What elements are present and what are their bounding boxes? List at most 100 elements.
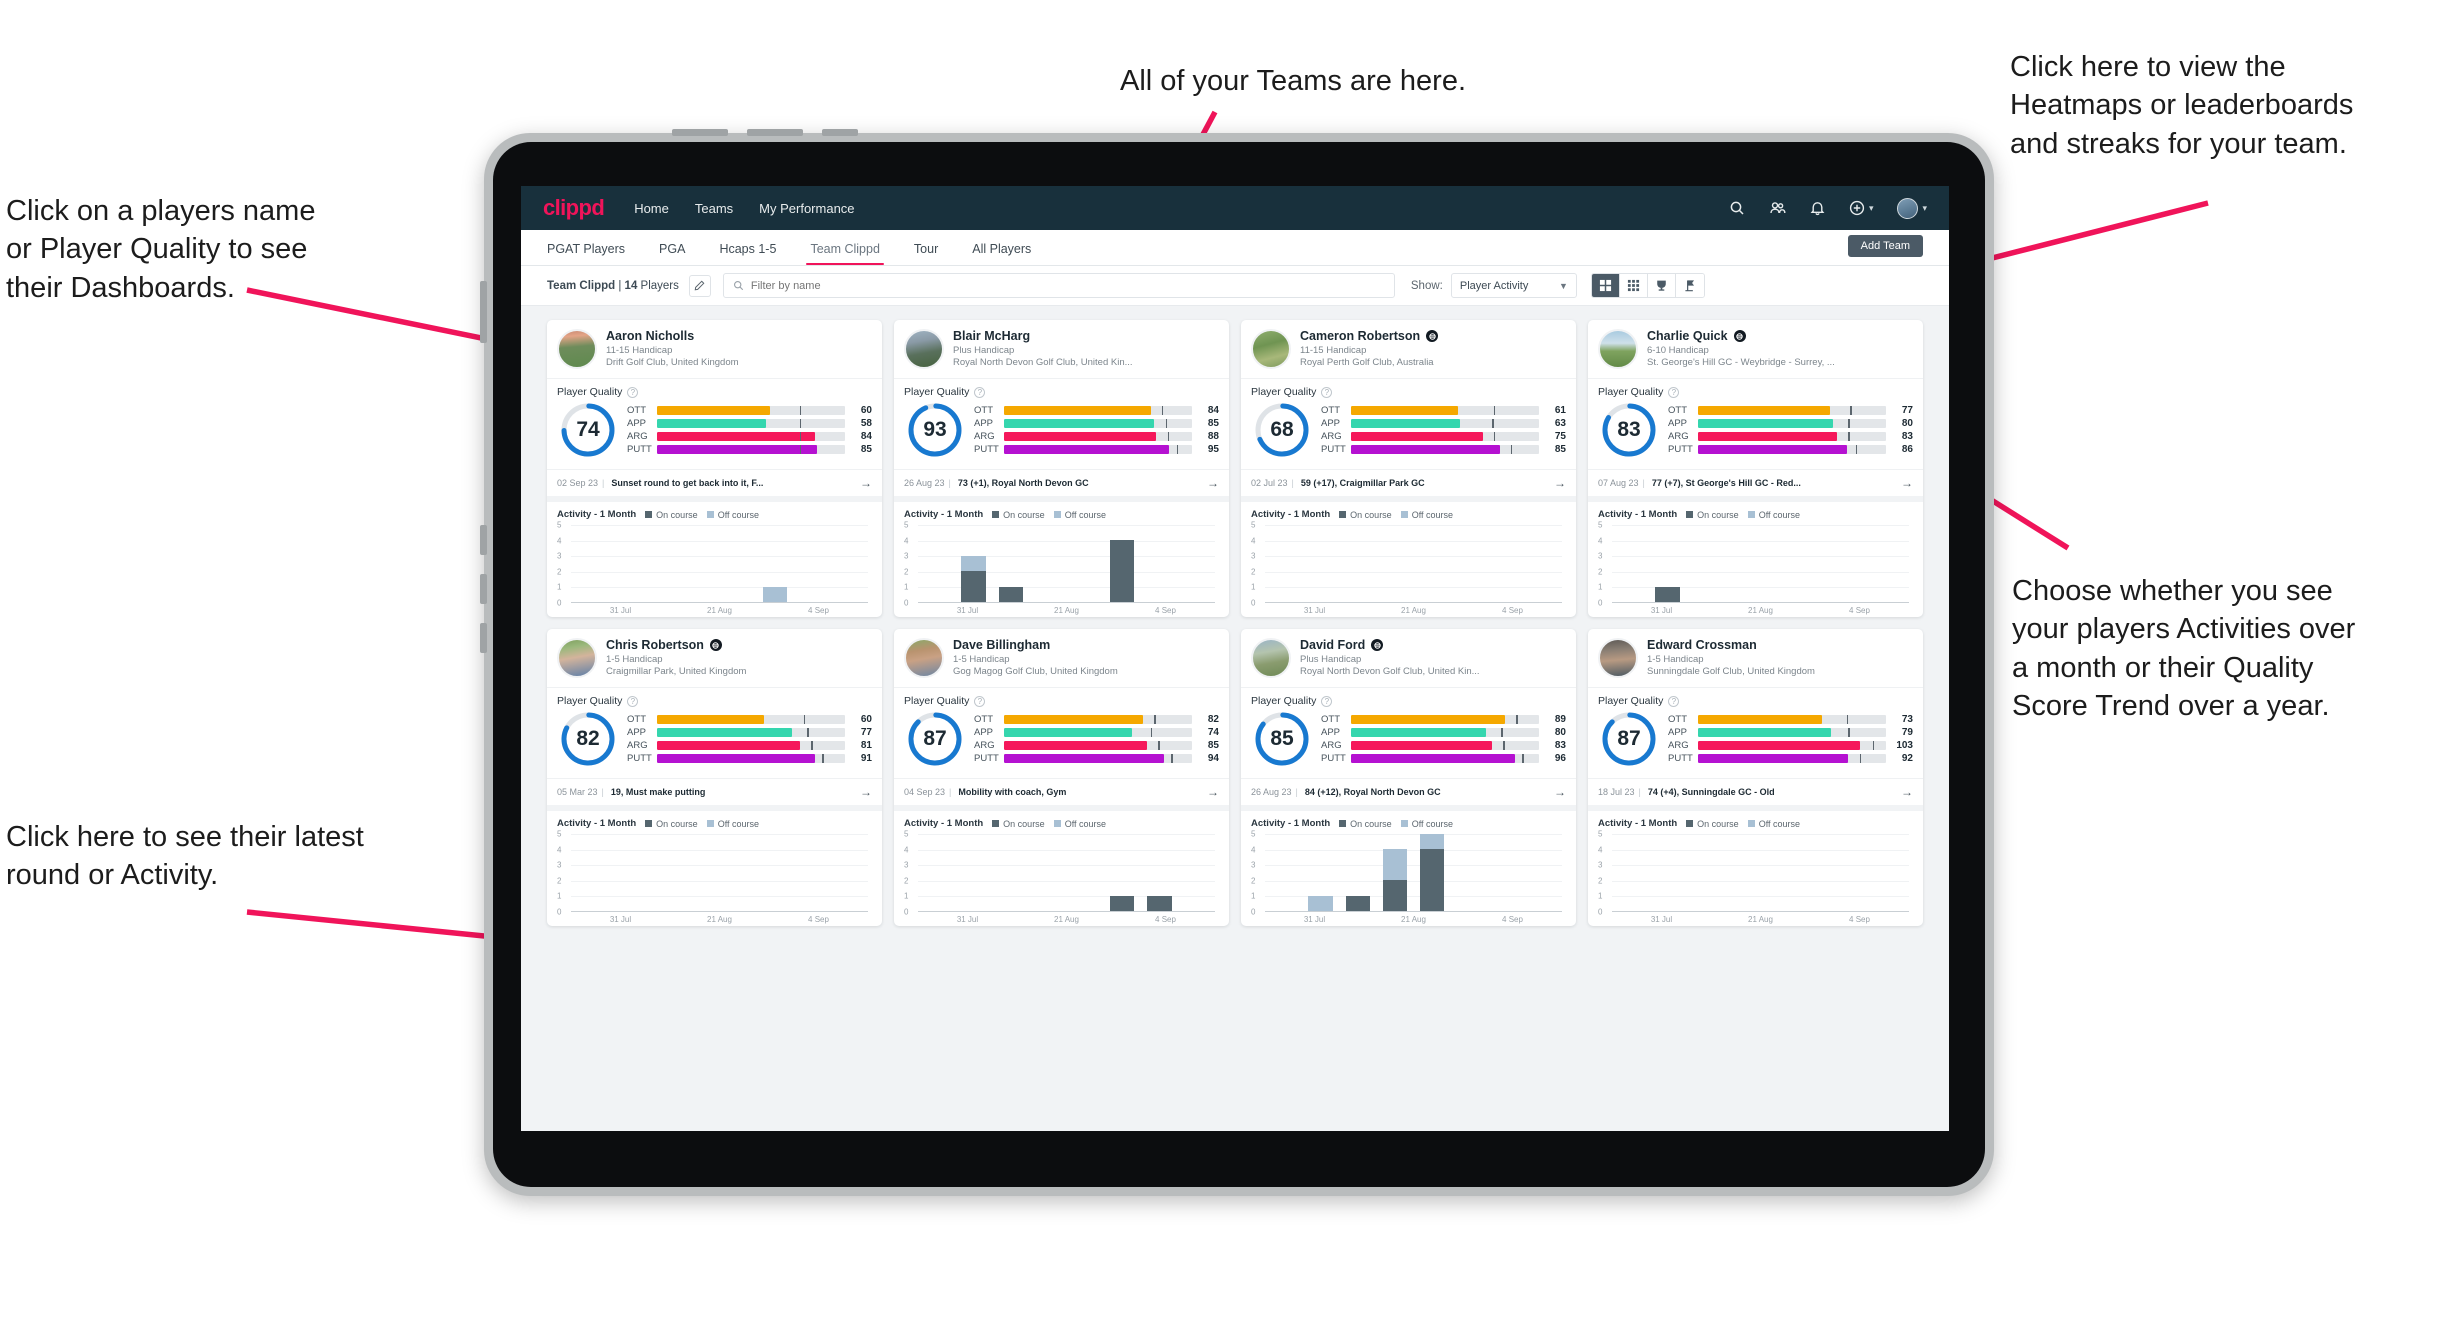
player-quality-section[interactable]: Player Quality? 87 OTT 82 APP 74 ARG 85 PUTT 94 [894, 687, 1229, 778]
latest-round-row[interactable]: 07 Aug 23 | 77 (+7), St George's Hill GC -… [1588, 469, 1923, 496]
nav-link-my-performance[interactable]: My Performance [759, 201, 854, 216]
tab-pgat-players[interactable]: PGAT Players [547, 242, 625, 265]
tab-hcaps-1-5[interactable]: Hcaps 1-5 [719, 242, 776, 265]
legend-off-course-label: Off course [1758, 509, 1801, 520]
chart-bar[interactable] [762, 586, 788, 602]
search-input[interactable] [750, 279, 1385, 292]
people-icon[interactable] [1769, 200, 1786, 216]
player-card[interactable]: Chris Robertson 1-5 Handicap Craigmillar P… [547, 629, 882, 926]
player-card-header[interactable]: Aaron Nicholls 11-15 Handicap Drift Golf C… [547, 320, 882, 378]
latest-round-row[interactable]: 26 Aug 23 | 73 (+1), Royal North Devon GC → [894, 469, 1229, 496]
chart-bar[interactable] [1655, 586, 1680, 602]
arrow-right-icon[interactable]: → [1201, 476, 1219, 490]
player-quality-section[interactable]: Player Quality? 74 OTT 60 APP 58 ARG 84 PUTT 85 [547, 378, 882, 469]
latest-round-row[interactable]: 04 Sep 23 | Mobility with coach, Gym → [894, 778, 1229, 805]
chart-y-tick: 0 [1598, 907, 1603, 917]
player-name[interactable]: Charlie Quick [1647, 329, 1835, 343]
latest-round-row[interactable]: 18 Jul 23 | 74 (+4), Sunningdale GC - Old → [1588, 778, 1923, 805]
metric-bar-track [1351, 754, 1539, 763]
arrow-right-icon[interactable]: → [854, 785, 872, 799]
chart-bar[interactable] [1419, 834, 1445, 911]
player-card-header[interactable]: Dave Billingham 1-5 Handicap Gog Magog Gol… [894, 629, 1229, 687]
player-name[interactable]: Blair McHarg [953, 329, 1133, 343]
player-quality-section[interactable]: Player Quality? 82 OTT 60 APP 77 ARG 81 PUTT 91 [547, 687, 882, 778]
tab-pga[interactable]: PGA [659, 242, 685, 265]
player-name[interactable]: Dave Billingham [953, 638, 1118, 652]
player-name[interactable]: Edward Crossman [1647, 638, 1815, 652]
player-card-header[interactable]: Edward Crossman 1-5 Handicap Sunningdale G… [1588, 629, 1923, 687]
activity-header: Activity - 1 Month On course Off course [557, 509, 872, 520]
plus-circle-icon[interactable]: ▾ [1849, 200, 1873, 216]
help-circle-icon[interactable]: ? [1321, 386, 1333, 398]
tab-tour[interactable]: Tour [914, 242, 938, 265]
help-circle-icon[interactable]: ? [974, 386, 986, 398]
add-team-button[interactable]: Add Team [1847, 235, 1923, 257]
chart-bar[interactable] [1308, 895, 1333, 911]
player-quality-section[interactable]: Player Quality? 68 OTT 61 APP 63 ARG 75 PUTT 85 [1241, 378, 1576, 469]
player-card[interactable]: Edward Crossman 1-5 Handicap Sunningdale G… [1588, 629, 1923, 926]
latest-round-row[interactable]: 02 Sep 23 | Sunset round to get back into … [547, 469, 882, 496]
player-card[interactable]: Aaron Nicholls 11-15 Handicap Drift Golf C… [547, 320, 882, 617]
player-name[interactable]: Chris Robertson [606, 638, 746, 652]
help-circle-icon[interactable]: ? [1668, 695, 1680, 707]
nav-link-teams[interactable]: Teams [695, 201, 733, 216]
search-filter-box[interactable] [722, 273, 1395, 298]
avatar-menu[interactable]: ▾ [1897, 197, 1927, 219]
chart-bar[interactable] [1109, 540, 1135, 602]
player-card-header[interactable]: David Ford Plus Handicap Royal North Devon… [1241, 629, 1576, 687]
tab-team-clippd[interactable]: Team Clippd [806, 242, 885, 265]
arrow-right-icon[interactable]: → [1548, 476, 1566, 490]
heatmap-view-icon[interactable] [1619, 274, 1648, 297]
player-quality-section[interactable]: Player Quality? 83 OTT 77 APP 80 ARG 83 PUTT 86 [1588, 378, 1923, 469]
metric-row: APP 58 [627, 418, 872, 429]
chart-bar[interactable] [1109, 895, 1135, 911]
player-card-header[interactable]: Chris Robertson 1-5 Handicap Craigmillar P… [547, 629, 882, 687]
player-quality-section[interactable]: Player Quality? 85 OTT 89 APP 80 ARG 83 PUTT 96 [1241, 687, 1576, 778]
help-circle-icon[interactable]: ? [974, 695, 986, 707]
metric-label: ARG [1321, 431, 1342, 442]
player-card[interactable]: Dave Billingham 1-5 Handicap Gog Magog Gol… [894, 629, 1229, 926]
arrow-right-icon[interactable]: → [854, 476, 872, 490]
leaderboard-trophy-icon[interactable] [1647, 274, 1676, 297]
chart-bar[interactable] [961, 555, 986, 602]
metric-bar-fill [1351, 728, 1487, 737]
latest-round-row[interactable]: 05 Mar 23 | 19, Must make putting → [547, 778, 882, 805]
search-icon[interactable] [1729, 200, 1745, 216]
chart-bar-slot [1339, 525, 1376, 602]
nav-link-home[interactable]: Home [634, 201, 669, 216]
player-card-header[interactable]: Charlie Quick 6-10 Handicap St. George's H… [1588, 320, 1923, 378]
streaks-flag-icon[interactable] [1675, 274, 1704, 297]
help-circle-icon[interactable]: ? [627, 695, 639, 707]
latest-round-row[interactable]: 26 Aug 23 | 84 (+12), Royal North Devon GC… [1241, 778, 1576, 805]
help-circle-icon[interactable]: ? [1668, 386, 1680, 398]
clippd-logo[interactable]: clippd [543, 195, 605, 221]
bell-icon[interactable] [1810, 200, 1825, 216]
player-card-header[interactable]: Blair McHarg Plus Handicap Royal North Dev… [894, 320, 1229, 378]
chart-bar[interactable] [1147, 895, 1172, 911]
player-card[interactable]: Charlie Quick 6-10 Handicap St. George's H… [1588, 320, 1923, 617]
player-quality-section[interactable]: Player Quality? 87 OTT 73 APP 79 ARG 103 PUTT 92 [1588, 687, 1923, 778]
chart-bar[interactable] [1382, 849, 1408, 911]
player-card-header[interactable]: Cameron Robertson 11-15 Handicap Royal Per… [1241, 320, 1576, 378]
player-quality-section[interactable]: Player Quality? 93 OTT 84 APP 85 ARG 88 PUTT 95 [894, 378, 1229, 469]
player-name[interactable]: David Ford [1300, 638, 1480, 652]
chart-bar[interactable] [1345, 895, 1371, 911]
help-circle-icon[interactable]: ? [1321, 695, 1333, 707]
help-circle-icon[interactable]: ? [627, 386, 639, 398]
arrow-right-icon[interactable]: → [1548, 785, 1566, 799]
latest-round-row[interactable]: 02 Jul 23 | 59 (+17), Craigmillar Park GC → [1241, 469, 1576, 496]
arrow-right-icon[interactable]: → [1201, 785, 1219, 799]
player-card[interactable]: Blair McHarg Plus Handicap Royal North Dev… [894, 320, 1229, 617]
arrow-right-icon[interactable]: → [1895, 785, 1913, 799]
chart-bar[interactable] [998, 586, 1024, 602]
show-dropdown[interactable]: Player Activity ▼ [1450, 273, 1577, 298]
edit-team-button[interactable] [688, 274, 711, 297]
metric-bar-track [657, 741, 845, 750]
player-name[interactable]: Aaron Nicholls [606, 329, 739, 343]
grid-view-icon[interactable] [1591, 274, 1620, 297]
player-card[interactable]: David Ford Plus Handicap Royal North Devon… [1241, 629, 1576, 926]
tab-all-players[interactable]: All Players [972, 242, 1031, 265]
player-card[interactable]: Cameron Robertson 11-15 Handicap Royal Per… [1241, 320, 1576, 617]
player-name[interactable]: Cameron Robertson [1300, 329, 1439, 343]
arrow-right-icon[interactable]: → [1895, 476, 1913, 490]
